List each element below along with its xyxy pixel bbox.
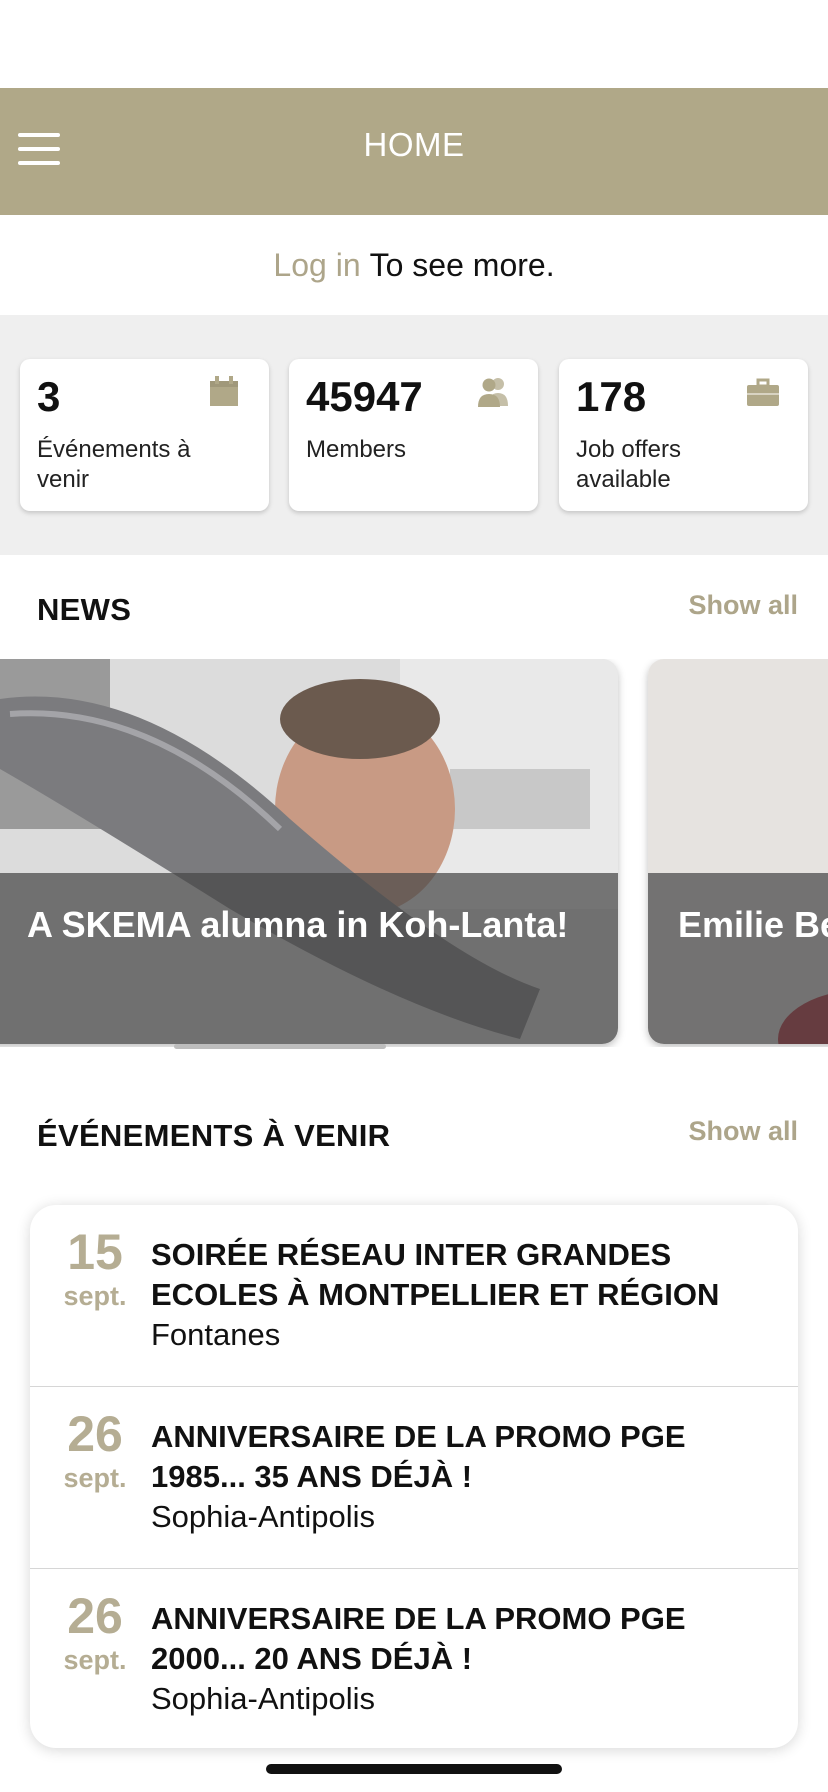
event-item[interactable]: 26 sept. ANNIVERSAIRE DE LA PROMO PGE 19…	[30, 1386, 798, 1568]
news-overlay	[0, 873, 618, 1044]
events-section-title: ÉVÉNEMENTS À VENIR	[37, 1118, 391, 1153]
event-day: 26	[67, 1406, 123, 1462]
home-indicator[interactable]	[266, 1764, 562, 1774]
stat-value: 178	[576, 373, 647, 420]
stat-card-events[interactable]: 3 Événements à venir	[20, 359, 269, 511]
page-title: HOME	[363, 126, 465, 163]
event-item[interactable]: 26 sept. ANNIVERSAIRE DE LA PROMO PGE 20…	[30, 1568, 798, 1748]
event-title: ANNIVERSAIRE DE LA PROMO PGE 2000... 20 …	[151, 1601, 686, 1676]
event-day: 26	[67, 1588, 123, 1644]
carousel-indicator	[174, 1044, 386, 1049]
stat-label: Members	[306, 436, 407, 463]
event-location: Sophia-Antipolis	[151, 1681, 376, 1716]
news-title: Emilie Be an intern	[678, 904, 828, 945]
news-card[interactable]: Emilie Be an intern	[648, 659, 828, 1044]
event-title: ANNIVERSAIRE DE LA PROMO PGE 1985... 35 …	[151, 1419, 686, 1494]
event-day: 15	[67, 1224, 123, 1280]
stat-card-jobs[interactable]: 178 Job offers available	[559, 359, 808, 511]
news-carousel[interactable]: A SKEMA alumna in Koh-Lanta! Emilie Be a…	[0, 659, 828, 1047]
event-month: sept.	[63, 1463, 127, 1493]
event-item[interactable]: 15 sept. SOIRÉE RÉSEAU INTER GRANDES ECO…	[30, 1205, 798, 1387]
news-overlay	[648, 873, 828, 1044]
event-month: sept.	[63, 1281, 127, 1311]
news-section-title: NEWS	[37, 592, 132, 627]
events-show-all-link[interactable]: Show all	[688, 1116, 798, 1147]
news-title: A SKEMA alumna in Koh-Lanta!	[27, 904, 569, 945]
stat-label: Job offers available	[576, 436, 681, 493]
stats-area: 3 Événements à venir 45947 Members 178 J…	[0, 315, 828, 555]
login-hint-text: To see more.	[369, 246, 555, 283]
app-header: HOME	[0, 88, 828, 215]
event-title: SOIRÉE RÉSEAU INTER GRANDES ECOLES À MON…	[151, 1237, 720, 1312]
stat-card-members[interactable]: 45947 Members	[289, 359, 538, 511]
login-link[interactable]: Log in	[273, 247, 360, 284]
stat-label: Événements à venir	[37, 436, 191, 493]
news-show-all-link[interactable]: Show all	[688, 590, 798, 621]
stat-value: 45947	[306, 373, 423, 420]
login-banner: Log in To see more.	[0, 215, 828, 315]
event-location: Sophia-Antipolis	[151, 1499, 376, 1534]
briefcase-icon	[747, 378, 779, 406]
stat-value: 3	[37, 373, 61, 420]
event-month: sept.	[63, 1645, 127, 1675]
members-icon	[478, 378, 508, 407]
events-list: 15 sept. SOIRÉE RÉSEAU INTER GRANDES ECO…	[30, 1205, 798, 1748]
calendar-icon	[210, 376, 238, 406]
event-location: Fontanes	[151, 1317, 281, 1352]
status-bar	[0, 0, 828, 88]
news-card[interactable]: A SKEMA alumna in Koh-Lanta!	[0, 659, 618, 1044]
